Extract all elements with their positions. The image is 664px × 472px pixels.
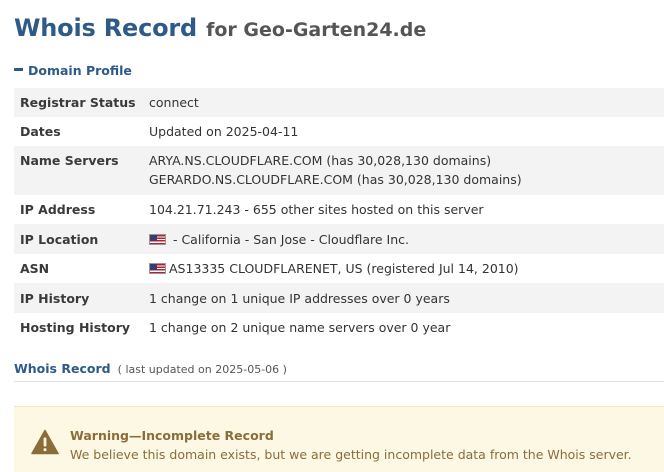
row-key: Registrar Status (20, 95, 136, 110)
row-key: IP Address (20, 202, 96, 217)
table-row: IP Address 104.21.71.243 - 655 other sit… (14, 195, 664, 224)
row-key: Dates (20, 124, 61, 139)
domain-profile-table: Registrar Status connect Dates Updated o… (14, 88, 664, 342)
ip-location-text: - California - San Jose - Cloudflare Inc… (169, 232, 409, 247)
row-key: ASN (20, 261, 50, 276)
whois-record-header: Whois Record ( last updated on 2025-05-0… (14, 358, 287, 377)
table-row: IP Location - California - San Jose - Cl… (14, 224, 664, 254)
page-title-main: Whois Record (14, 14, 198, 42)
row-key: IP History (20, 291, 90, 306)
warning-alert: Warning—Incomplete Record We believe thi… (14, 406, 664, 472)
domain-profile-toggle[interactable]: Domain Profile (14, 63, 132, 78)
table-row: Name Servers ARYA.NS.CLOUDFLARE.COM (has… (14, 146, 664, 195)
us-flag-icon (149, 263, 166, 274)
asn-text: AS13335 CLOUDFLARENET, US (registered Ju… (169, 261, 519, 276)
table-row: ASN AS13335 CLOUDFLARENET, US (registere… (14, 254, 664, 283)
row-value: 1 change on 1 unique IP addresses over 0… (149, 291, 450, 306)
whois-record-heading: Whois Record (14, 361, 111, 376)
row-value: AS13335 CLOUDFLARENET, US (registered Ju… (149, 254, 664, 283)
warning-title: Warning—Incomplete Record (70, 428, 274, 443)
warning-message: We believe this domain exists, but we ar… (70, 447, 632, 462)
row-value: connect (149, 95, 199, 110)
page-title: Whois Record for Geo-Garten24.de (14, 14, 426, 42)
row-key: Hosting History (20, 320, 131, 335)
page-title-domain: for Geo-Garten24.de (206, 19, 427, 41)
row-value: 104.21.71.243 - 655 other sites hosted o… (149, 202, 484, 217)
table-row: Dates Updated on 2025-04-11 (14, 117, 664, 146)
collapse-minus-icon (14, 68, 23, 71)
name-server-1: ARYA.NS.CLOUDFLARE.COM (has 30,028,130 d… (149, 153, 492, 168)
row-value: 1 change on 2 unique name servers over 0… (149, 320, 451, 335)
name-server-2: GERARDO.NS.CLOUDFLARE.COM (has 30,028,13… (149, 172, 522, 187)
row-value: Updated on 2025-04-11 (149, 124, 299, 139)
row-value: - California - San Jose - Cloudflare Inc… (149, 224, 664, 254)
row-value: ARYA.NS.CLOUDFLARE.COM (has 30,028,130 d… (149, 146, 664, 195)
table-row: IP History 1 change on 1 unique IP addre… (14, 283, 664, 313)
domain-profile-heading: Domain Profile (28, 63, 132, 78)
table-row: Registrar Status connect (14, 88, 664, 117)
whois-last-updated: ( last updated on 2025-05-06 ) (117, 363, 287, 376)
row-key: IP Location (20, 232, 99, 247)
row-key: Name Servers (20, 153, 119, 168)
warning-triangle-icon (31, 429, 59, 455)
us-flag-icon (149, 234, 166, 245)
table-row: Hosting History 1 change on 2 unique nam… (14, 313, 664, 342)
section-divider (14, 381, 664, 382)
